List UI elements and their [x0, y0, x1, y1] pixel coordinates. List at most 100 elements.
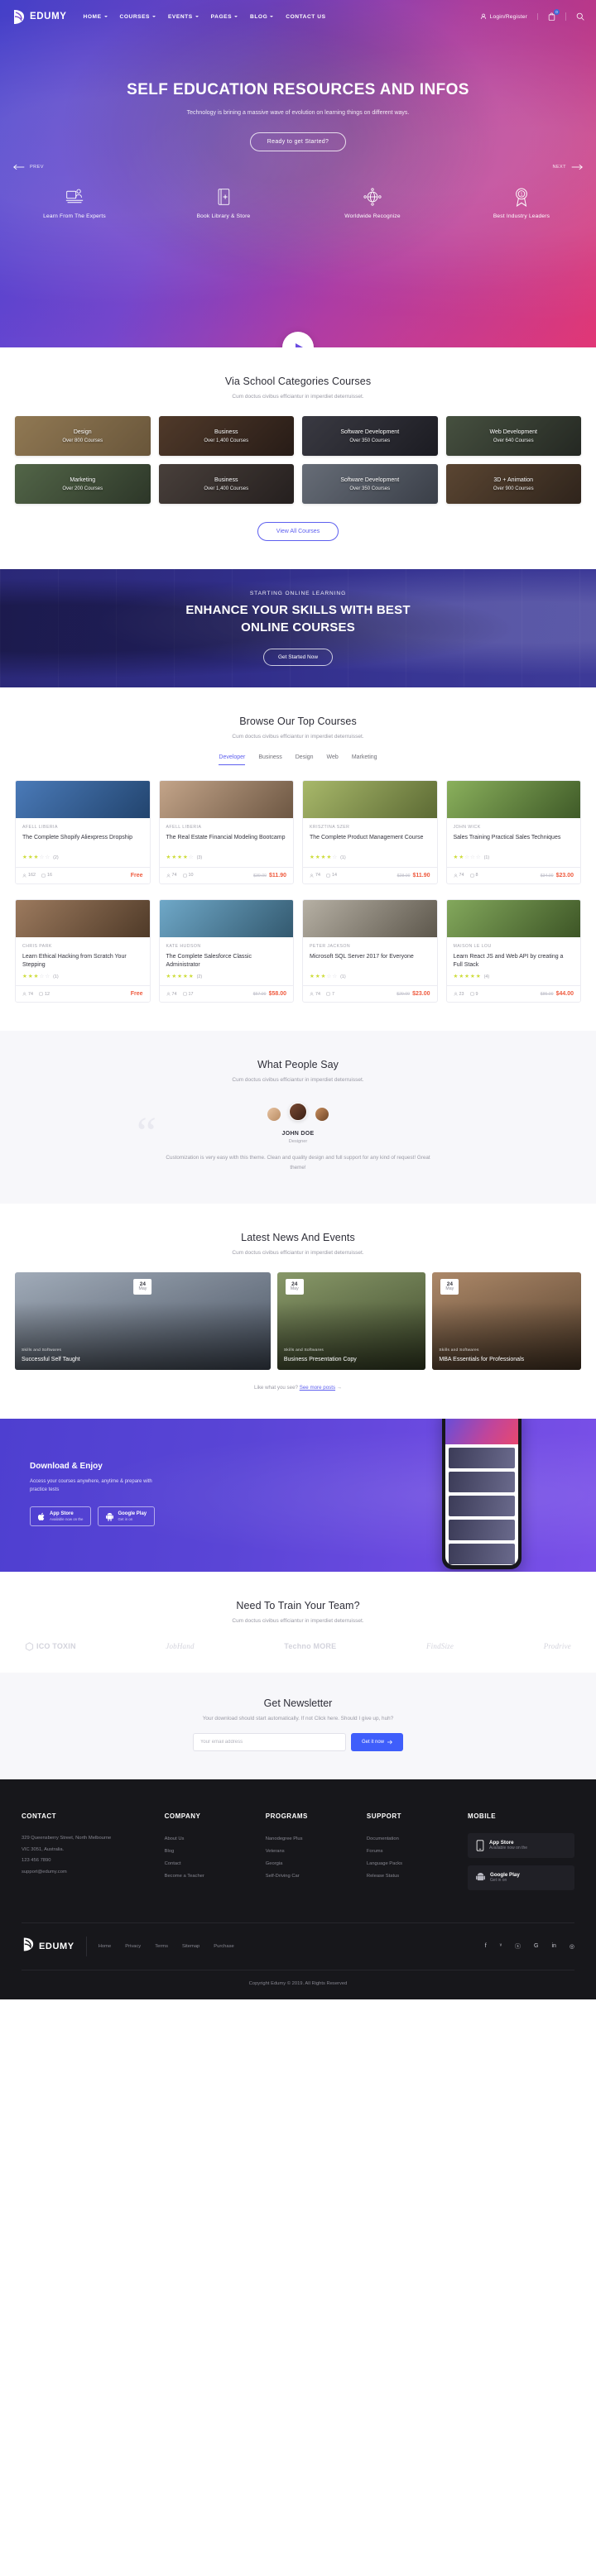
footer-bar-link-privacy[interactable]: Privacy: [125, 1944, 141, 1949]
course-card[interactable]: KRISZTINA SZER The Complete Product Mana…: [302, 780, 438, 884]
footer-brand-logo[interactable]: EDUMY: [22, 1936, 87, 1956]
news-card[interactable]: 24 May Skills and Softwares MBA Essentia…: [432, 1271, 581, 1370]
carousel-prev-button[interactable]: PREV: [13, 164, 44, 170]
category-card[interactable]: Design Over 800 Courses: [15, 416, 151, 456]
course-card[interactable]: AFELL LIBERIA The Complete Shopify Aliex…: [15, 780, 151, 884]
linkedin-icon[interactable]: in: [551, 1943, 555, 1949]
see-more-posts-link[interactable]: See more posts: [300, 1385, 335, 1391]
hero-feature-best-industry-leaders[interactable]: 1 Best Industry Leaders: [447, 186, 596, 219]
star-icon: ★: [469, 973, 475, 979]
newsletter-submit-button[interactable]: Get it now: [350, 1732, 403, 1751]
footer-app-store-button[interactable]: App Store Available now on the: [468, 1832, 574, 1858]
brand-logo[interactable]: EDUMY: [12, 9, 67, 25]
phone-list-item: [449, 1471, 515, 1492]
course-card[interactable]: AFELL LIBERIA The Real Estate Financial …: [158, 780, 294, 884]
course-card[interactable]: PETER JACKSON Microsoft SQL Server 2017 …: [302, 898, 438, 1003]
tab-marketing[interactable]: Marketing: [352, 754, 377, 765]
app-download-content: Download & Enjoy Access your courses any…: [30, 1462, 162, 1527]
google-plus-icon[interactable]: G: [534, 1943, 538, 1949]
lesson-count: 17: [182, 992, 194, 997]
footer-link-about-us[interactable]: About Us: [165, 1833, 257, 1846]
nav-item-courses[interactable]: COURSES: [120, 14, 156, 20]
footer-email: support@edumy.com: [22, 1869, 67, 1875]
course-card[interactable]: KATE HUDSON The Complete Salesforce Clas…: [158, 898, 294, 1003]
nav-item-home[interactable]: HOME: [84, 14, 108, 20]
get-started-now-button[interactable]: Get Started Now: [262, 648, 334, 666]
avatar[interactable]: [289, 1103, 307, 1122]
avatar[interactable]: [315, 1108, 329, 1122]
footer-bar-link-sitemap[interactable]: Sitemap: [182, 1944, 199, 1949]
facebook-icon[interactable]: f: [485, 1943, 487, 1949]
category-card[interactable]: 3D + Animation Over 900 Courses: [445, 464, 581, 504]
category-card[interactable]: Software Development Over 350 Courses: [302, 416, 438, 456]
hero-feature-learn-from-the-experts[interactable]: Learn From The Experts: [0, 186, 149, 219]
hero-feature-book-library-store[interactable]: Book Library & Store: [149, 186, 298, 219]
cart-button[interactable]: 0: [538, 9, 566, 21]
app-store-button[interactable]: App Store Available now on the: [30, 1506, 92, 1527]
category-card[interactable]: Business Over 1,400 Courses: [158, 464, 294, 504]
instagram-icon[interactable]: ◎: [570, 1943, 574, 1950]
footer-link-documentation[interactable]: Documentation: [367, 1833, 459, 1846]
search-button[interactable]: [566, 12, 584, 21]
avatar[interactable]: [267, 1108, 281, 1122]
course-footer: 74 12 Free: [16, 985, 150, 1002]
category-card[interactable]: Web Development Over 640 Courses: [445, 416, 581, 456]
footer-link-become-a-teacher[interactable]: Become a Teacher: [165, 1870, 257, 1883]
course-body: PETER JACKSON Microsoft SQL Server 2017 …: [303, 937, 437, 986]
nav-item-pages[interactable]: PAGES: [211, 14, 238, 20]
course-card[interactable]: JOHN WICK Sales Training Practical Sales…: [445, 780, 581, 884]
course-card[interactable]: MAISON LE LOU Learn React JS and Web API…: [445, 898, 581, 1003]
star-icon: ☆: [469, 855, 475, 860]
news-tagline: Skills and Softwares: [22, 1348, 62, 1353]
login-register-button[interactable]: Login/Register: [480, 13, 538, 20]
overlay: [15, 416, 151, 456]
tab-business[interactable]: Business: [258, 754, 281, 765]
hero-feature-worldwide-recognize[interactable]: Worldwide Recognize: [298, 186, 447, 219]
edumy-leaf-icon: [12, 9, 26, 25]
footer-link-georgia[interactable]: Georgia: [266, 1858, 358, 1870]
newsletter-subtitle: Your download should start automatically…: [202, 1715, 394, 1721]
footer-link-nanodegree-plus[interactable]: Nanodegree Plus: [266, 1833, 358, 1846]
footer-bar-link-terms[interactable]: Terms: [155, 1944, 168, 1949]
category-card[interactable]: Business Over 1,400 Courses: [158, 416, 294, 456]
nav-item-blog[interactable]: BLOG: [250, 14, 274, 20]
hero-feature-label: Worldwide Recognize: [344, 213, 401, 220]
star-icon: ★: [459, 855, 464, 860]
nav-item-contact-us[interactable]: CONTACT US: [286, 14, 325, 20]
newsletter-title: Get Newsletter: [263, 1697, 333, 1709]
footer-link-forums[interactable]: Forums: [367, 1846, 459, 1858]
footer-google-play-button[interactable]: Google Play Get in on: [468, 1865, 574, 1890]
footer-link-blog[interactable]: Blog: [165, 1846, 257, 1858]
footer-link-language-packs[interactable]: Language Packs: [367, 1858, 459, 1870]
nav-right-actions: Login/Register 0: [480, 9, 584, 21]
tab-web[interactable]: Web: [327, 754, 339, 765]
footer-link-veterans[interactable]: Veterans: [266, 1846, 358, 1858]
news-card[interactable]: 24 May Skills and Softwares Successful S…: [15, 1271, 271, 1370]
hero-cta-button[interactable]: Ready to get Started?: [249, 132, 347, 152]
category-card[interactable]: Marketing Over 200 Courses: [15, 464, 151, 504]
footer-app-store-sub: Available now on the: [489, 1846, 528, 1851]
star-icon: ★: [315, 973, 320, 979]
play-video-button[interactable]: [282, 332, 314, 347]
news-card[interactable]: 24 May Skills and Softwares Business Pre…: [276, 1271, 426, 1370]
view-all-courses-button[interactable]: View All Courses: [257, 522, 339, 541]
star-icon: ☆: [39, 855, 45, 860]
tab-design[interactable]: Design: [296, 754, 314, 765]
category-card[interactable]: Software Development Over 350 Courses: [302, 464, 438, 504]
course-card[interactable]: CHRIS PARK Learn Ethical Hacking from Sc…: [15, 898, 151, 1003]
carousel-next-button[interactable]: NEXT: [552, 164, 583, 170]
footer-column-heading: PROGRAMS: [265, 1812, 308, 1820]
dribbble-icon[interactable]: ⓢ: [515, 1942, 521, 1951]
user-small-icon: [310, 874, 314, 878]
footer-link-contact[interactable]: Contact: [165, 1858, 257, 1870]
nav-item-events[interactable]: EVENTS: [168, 14, 199, 20]
footer-bar-link-purchase[interactable]: Purchase: [214, 1944, 234, 1949]
footer-link-self-driving-car[interactable]: Self-Driving Car: [266, 1870, 358, 1883]
footer-bar-link-home[interactable]: Home: [99, 1944, 111, 1949]
footer-link-release-status[interactable]: Release Status: [367, 1870, 459, 1883]
chevron-down-icon: [103, 16, 108, 17]
google-play-button[interactable]: Google Play Get in on: [98, 1506, 156, 1527]
twitter-icon[interactable]: ᵛ: [500, 1943, 502, 1949]
newsletter-email-input[interactable]: [192, 1732, 346, 1751]
tab-developer[interactable]: Developer: [219, 754, 246, 765]
